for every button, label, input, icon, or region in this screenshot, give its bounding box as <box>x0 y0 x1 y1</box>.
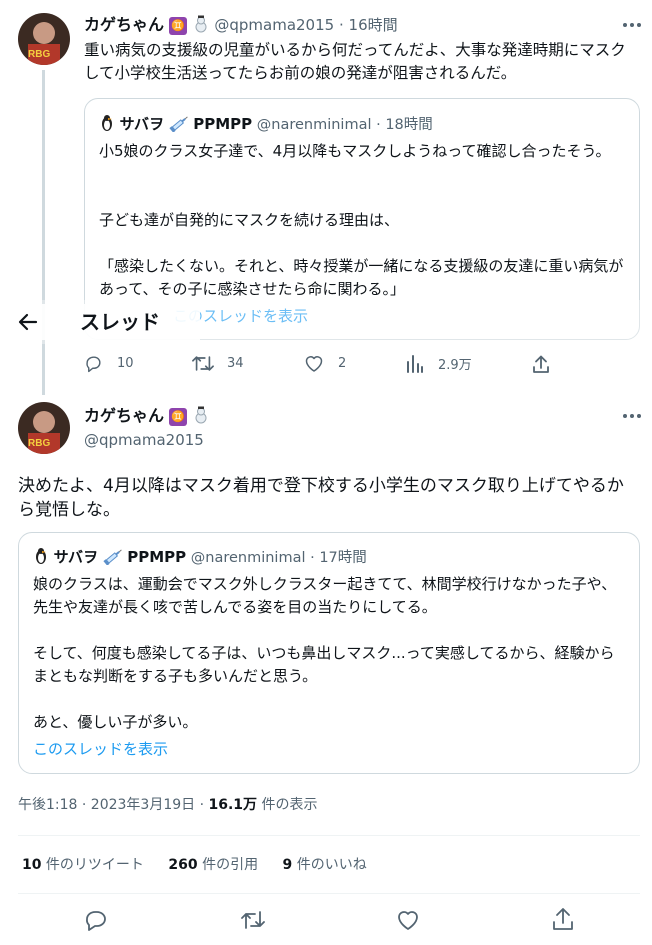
page-title: スレッド <box>80 310 160 334</box>
author-handle[interactable]: @qpmama2015 <box>214 16 334 34</box>
snowman-icon <box>192 406 210 424</box>
views-action[interactable]: 2.9万 <box>406 354 472 373</box>
divider <box>18 835 640 836</box>
quoted-tweet-header: サバヲ PPMPP @narenminimal · 17時間 <box>33 546 367 569</box>
penguin-icon <box>33 547 49 565</box>
svg-text:RBG: RBG <box>28 49 50 60</box>
quoted-paragraph-3: あと、優しい子が多い。 <box>33 713 198 731</box>
arrow-left-icon[interactable] <box>17 311 39 333</box>
svg-text:RBG: RBG <box>28 438 50 449</box>
quoted-line-2: 子ども達が自発的にマスクを続ける理由は、 <box>99 211 400 229</box>
tweet-stats: 10 件のリツイート 260 件の引用 9 件のいいね <box>22 854 367 876</box>
thread-line <box>42 70 45 395</box>
snowman-icon <box>192 15 210 33</box>
quotes-stat[interactable]: 260 件の引用 <box>168 857 258 873</box>
retweets-count: 10 <box>22 857 42 873</box>
gemini-badge-icon: ♊ <box>168 17 187 35</box>
reply-count: 10 <box>117 356 134 371</box>
reply-icon <box>86 356 101 373</box>
syringe-icon <box>103 549 123 566</box>
show-thread-link[interactable]: このスレッドを表示 <box>33 738 168 760</box>
likes-label: 件のいいね <box>292 857 367 873</box>
quoted-author-name: サバヲ <box>53 548 99 566</box>
quoted-paragraph-1: 娘のクラスは、運動会でマスク外しクラスター起きてて、林間学校行けなかった子や、先… <box>33 575 617 616</box>
reply-action[interactable]: 10 <box>84 354 134 373</box>
likes-stat[interactable]: 9 件のいいね <box>283 857 367 873</box>
like-count: 2 <box>338 356 347 371</box>
quoted-author-suffix: PPMPP <box>193 115 253 133</box>
tweet-text: 決めたよ、4月以降はマスク着用で登下校する小学生のマスク取り上げてやるから覚悟し… <box>18 476 624 520</box>
more-dots-icon[interactable] <box>623 414 641 418</box>
views-bar-icon <box>407 355 423 373</box>
separator: · <box>310 550 315 566</box>
retweet-action[interactable]: 34 <box>192 354 244 373</box>
thread-header: スレッド <box>0 300 652 344</box>
syringe-icon <box>169 116 189 133</box>
parent-tweet-header: カゲちゃん ♊ @qpmama2015 · 16時間 <box>84 13 604 37</box>
separator: · <box>376 117 381 133</box>
avatar[interactable]: RBG <box>18 13 70 65</box>
tweet-text: 重い病気の支援級の児童がいるから何だってんだよ、大事な発達時期にマスクして小学校… <box>84 41 626 82</box>
retweets-label: 件のリツイート <box>41 857 144 873</box>
views-count: 2.9万 <box>438 358 472 373</box>
quoted-author-name: サバヲ <box>119 115 165 133</box>
more-dots-icon[interactable] <box>623 23 641 27</box>
penguin-icon <box>99 114 115 132</box>
author-name[interactable]: カゲちゃん <box>84 406 164 425</box>
quoted-line-1: 小5娘のクラス女子達で、4月以降もマスクしようねって確認し合ったそう。 <box>99 142 611 160</box>
quoted-tweet[interactable]: サバヲ PPMPP @narenminimal · 17時間 娘のクラスは、運動… <box>18 532 640 774</box>
author-name[interactable]: カゲちゃん <box>84 15 164 34</box>
quotes-label: 件の引用 <box>197 857 259 873</box>
likes-count: 9 <box>282 857 293 873</box>
author-handle[interactable]: @qpmama2015 <box>84 429 204 451</box>
share-icon[interactable] <box>532 355 550 374</box>
retweets-stat[interactable]: 10 件のリツイート <box>22 857 144 873</box>
views-label: 件の表示 <box>257 797 318 813</box>
quoted-paragraph-2: そして、何度も感染してる子は、いつも鼻出しマスク...って実感してるから、経験か… <box>33 644 615 685</box>
quoted-handle: @narenminimal <box>190 550 306 566</box>
like-action[interactable]: 2 <box>304 354 346 373</box>
heart-icon[interactable] <box>396 909 420 931</box>
gemini-badge-icon: ♊ <box>169 408 188 426</box>
quoted-timestamp: 18時間 <box>385 117 433 133</box>
separator: · <box>338 16 344 34</box>
timestamp[interactable]: 16時間 <box>349 16 398 34</box>
quoted-timestamp: 17時間 <box>319 550 367 566</box>
heart-icon <box>305 356 323 372</box>
share-icon[interactable] <box>552 907 574 931</box>
reply-icon[interactable] <box>84 908 108 932</box>
tweet-meta: 午後1:18 · 2023年3月19日 · 16.1万 件の表示 <box>18 794 318 816</box>
divider <box>18 893 640 894</box>
tweet-datetime[interactable]: 午後1:18 · 2023年3月19日 · <box>18 797 209 813</box>
quoted-author-suffix: PPMPP <box>127 548 187 566</box>
quoted-line-3: 「感染したくない。それと、時々授業が一緒になる支援級の友達に重い病気があって、そ… <box>99 257 624 298</box>
retweet-icon <box>192 356 214 371</box>
quoted-tweet-header: サバヲ PPMPP @narenminimal · 18時間 <box>99 113 433 136</box>
quotes-count: 260 <box>168 857 198 873</box>
retweet-count: 34 <box>227 356 244 371</box>
avatar[interactable]: RBG <box>18 402 70 454</box>
quoted-handle: @narenminimal <box>256 117 372 133</box>
views-count: 16.1万 <box>208 797 258 813</box>
main-author-row: カゲちゃん ♊ <box>84 404 210 428</box>
retweet-icon[interactable] <box>240 909 266 931</box>
